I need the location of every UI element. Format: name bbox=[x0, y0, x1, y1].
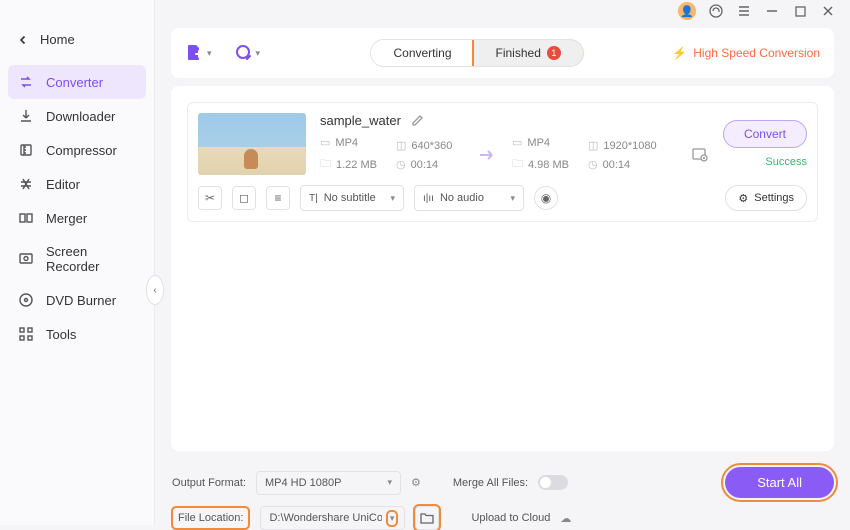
converter-icon bbox=[18, 74, 34, 90]
sidebar-item-label: Converter bbox=[46, 75, 103, 90]
screen-recorder-icon bbox=[18, 251, 34, 267]
sidebar-item-screen-recorder[interactable]: Screen Recorder bbox=[0, 235, 154, 283]
gear-icon: ⚙ bbox=[738, 192, 748, 205]
output-format-select[interactable]: MP4 HD 1080P ▾ bbox=[256, 471, 401, 495]
merge-toggle[interactable] bbox=[538, 475, 568, 490]
audio-icon: ı|ıı bbox=[423, 193, 434, 204]
open-folder-button[interactable] bbox=[415, 506, 439, 530]
maximize-icon[interactable] bbox=[792, 3, 808, 19]
home-label: Home bbox=[40, 32, 75, 47]
sidebar-item-label: Editor bbox=[46, 177, 80, 192]
chevron-down-icon: ▾ bbox=[207, 48, 212, 59]
file-location-select[interactable]: D:\Wondershare UniConverter 1 ▾ bbox=[260, 506, 405, 530]
upload-cloud-label: Upload to Cloud bbox=[471, 512, 550, 524]
file-card: sample_water ▭MP4 🗀1.22 MB ◫640*360 ◷00:… bbox=[187, 102, 818, 222]
sidebar: Home Converter Downloader Compressor Edi… bbox=[0, 0, 155, 525]
sidebar-item-label: DVD Burner bbox=[46, 293, 116, 308]
sidebar-item-converter[interactable]: Converter bbox=[8, 65, 146, 99]
sidebar-item-downloader[interactable]: Downloader bbox=[0, 99, 154, 133]
add-url-button[interactable]: ▾ bbox=[234, 43, 261, 63]
convert-button[interactable]: Convert bbox=[723, 120, 807, 148]
dvd-burner-icon bbox=[18, 292, 34, 308]
cloud-icon[interactable]: ☁ bbox=[560, 512, 571, 525]
chevron-down-icon[interactable]: ▾ bbox=[388, 512, 397, 525]
sidebar-item-label: Screen Recorder bbox=[46, 244, 136, 274]
high-speed-link[interactable]: ⚡ High Speed Conversion bbox=[672, 46, 820, 60]
chevron-down-icon: ▾ bbox=[390, 193, 395, 204]
sidebar-item-label: Compressor bbox=[46, 143, 117, 158]
subtitle-select[interactable]: T| No subtitle ▾ bbox=[300, 185, 404, 211]
trim-button[interactable]: ✂ bbox=[198, 186, 222, 210]
subtitle-icon: T| bbox=[309, 193, 318, 204]
status-tabs: Converting Finished 1 bbox=[370, 39, 583, 67]
status-label: Success bbox=[765, 156, 807, 168]
effects-button[interactable]: ≡ bbox=[266, 186, 290, 210]
file-location-label: File Location: bbox=[171, 506, 250, 530]
output-format-label: Output Format: bbox=[171, 477, 246, 489]
chevron-down-icon: ▾ bbox=[387, 477, 392, 488]
chevron-down-icon: ▾ bbox=[256, 48, 261, 59]
chevron-left-icon bbox=[18, 35, 28, 45]
target-format-icon[interactable] bbox=[691, 146, 709, 164]
lightning-icon: ⚡ bbox=[672, 46, 687, 60]
editor-icon bbox=[18, 176, 34, 192]
sidebar-item-label: Tools bbox=[46, 327, 76, 342]
sidebar-item-merger[interactable]: Merger bbox=[0, 201, 154, 235]
toolbar: ▾ ▾ Converting Finished 1 ⚡ High Speed C… bbox=[171, 28, 834, 78]
merger-icon bbox=[18, 210, 34, 226]
finished-count-badge: 1 bbox=[547, 46, 561, 60]
close-icon[interactable] bbox=[820, 3, 836, 19]
video-thumbnail[interactable] bbox=[198, 113, 306, 175]
folder-icon: 🗀 bbox=[512, 155, 523, 174]
clock-icon: ◷ bbox=[396, 158, 406, 171]
folder-icon: 🗀 bbox=[320, 155, 331, 174]
add-file-button[interactable]: ▾ bbox=[185, 43, 212, 63]
clock-icon: ◷ bbox=[588, 158, 598, 171]
support-icon[interactable] bbox=[708, 3, 724, 19]
arrow-right-icon bbox=[478, 148, 498, 162]
tools-icon bbox=[18, 326, 34, 342]
tab-finished[interactable]: Finished 1 bbox=[474, 40, 583, 66]
compressor-icon bbox=[18, 142, 34, 158]
edit-name-icon[interactable] bbox=[411, 114, 424, 127]
file-name: sample_water bbox=[320, 113, 401, 128]
resolution-icon: ◫ bbox=[396, 139, 406, 152]
crop-button[interactable]: ◻ bbox=[232, 186, 256, 210]
preview-button[interactable]: ◉ bbox=[534, 186, 558, 210]
output-settings-icon[interactable]: ⚙ bbox=[411, 476, 421, 489]
chevron-down-icon: ▾ bbox=[510, 193, 515, 204]
merge-label: Merge All Files: bbox=[453, 477, 528, 489]
audio-select[interactable]: ı|ıı No audio ▾ bbox=[414, 185, 524, 211]
settings-button[interactable]: ⚙ Settings bbox=[725, 185, 807, 211]
sidebar-item-label: Merger bbox=[46, 211, 87, 226]
sidebar-item-dvd-burner[interactable]: DVD Burner bbox=[0, 283, 154, 317]
sidebar-item-tools[interactable]: Tools bbox=[0, 317, 154, 351]
video-icon: ▭ bbox=[512, 136, 522, 149]
footer: Output Format: MP4 HD 1080P ▾ ⚙ Merge Al… bbox=[155, 459, 850, 525]
sidebar-item-editor[interactable]: Editor bbox=[0, 167, 154, 201]
video-icon: ▭ bbox=[320, 136, 330, 149]
menu-icon[interactable] bbox=[736, 3, 752, 19]
tab-converting[interactable]: Converting bbox=[371, 40, 473, 66]
sidebar-item-label: Downloader bbox=[46, 109, 115, 124]
home-link[interactable]: Home bbox=[0, 22, 154, 57]
sidebar-item-compressor[interactable]: Compressor bbox=[0, 133, 154, 167]
start-all-button[interactable]: Start All bbox=[725, 467, 834, 498]
resolution-icon: ◫ bbox=[588, 139, 598, 152]
minimize-icon[interactable] bbox=[764, 3, 780, 19]
user-avatar[interactable]: 👤 bbox=[678, 2, 696, 20]
downloader-icon bbox=[18, 108, 34, 124]
